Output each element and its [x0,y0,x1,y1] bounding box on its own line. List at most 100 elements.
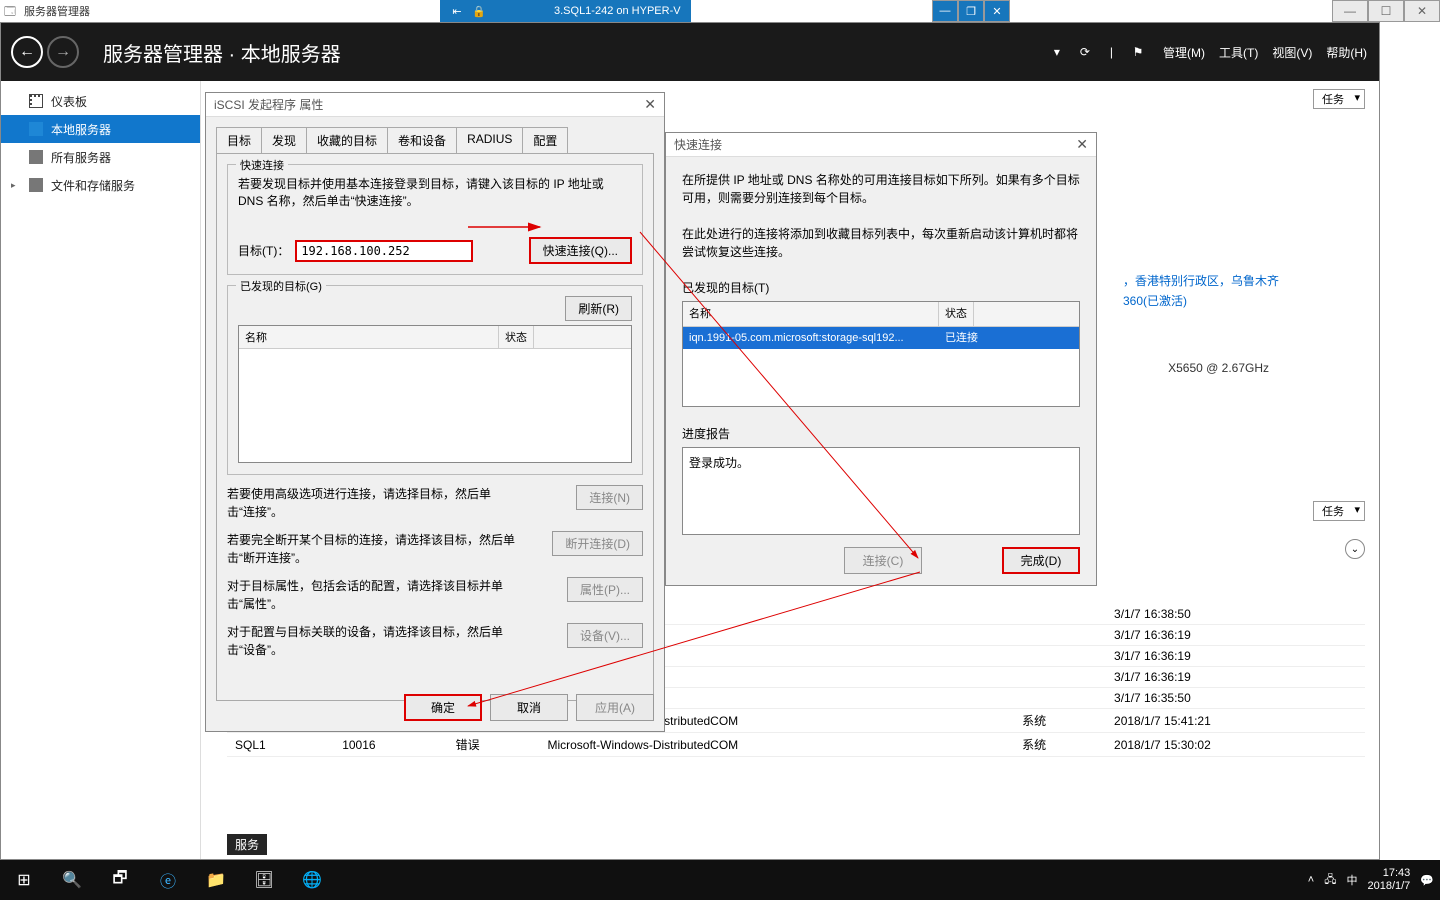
vm-name: 3.SQL1-242 on HYPER-V [554,5,681,17]
sm-header-menu: ▾ ⟳ | ⚑ 管理(M) 工具(T) 视图(V) 帮助(H) [1054,41,1367,63]
app-icon: 🗔 [4,3,20,19]
qc-done-button[interactable]: 完成(D) [1002,547,1080,574]
iscsi-tabs: 目标 发现 收藏的目标 卷和设备 RADIUS 配置 [216,127,654,153]
refresh-button[interactable]: 刷新(R) [565,296,632,321]
sm-header: ← → 服务器管理器 · 本地服务器 ▾ ⟳ | ⚑ 管理(M) 工具(T) 视… [1,23,1379,81]
tab-config[interactable]: 配置 [522,127,568,153]
pin-icon: ⇤ [450,5,464,18]
target-actions: 若要使用高级选项进行连接，请选择目标，然后单击“连接”。连接(N) 若要完全断开… [227,485,643,659]
taskbar: ⊞ 🔍 🗗 ⓔ 📁 🗄 🌐 ˄ 🖧 中 17:43 2018/1/7 💬 [0,860,1440,900]
vm-window-controls: — ❐ ✕ [932,0,1010,22]
app-title: 服务器管理器 [24,3,90,19]
close-icon[interactable]: ✕ [644,96,656,113]
sidebar-item-dashboard[interactable]: 仪表板 [1,87,200,115]
iscsi-dialog-buttons: 确定 取消 应用(A) [404,694,654,721]
qc-col-name: 名称 [683,302,939,326]
system-tray: ˄ 🖧 中 17:43 2018/1/7 💬 [1308,867,1434,893]
vm-close-button[interactable]: ✕ [984,0,1010,22]
tray-chevron-icon[interactable]: ˄ [1308,874,1314,886]
iscsi-title: iSCSI 发起程序 属性 [214,96,323,113]
app-icon[interactable]: 🌐 [288,860,336,900]
menu-manage[interactable]: 管理(M) [1163,44,1205,61]
qc-title: 快速连接 [674,136,722,153]
quick-connect-button[interactable]: 快速连接(Q)... [529,237,632,264]
tab-radius[interactable]: RADIUS [456,127,523,153]
qc-connect-button[interactable]: 连接(C) [844,547,922,574]
lock-icon: 🔒 [472,5,486,18]
tasks-dropdown-mid[interactable]: 任务 [1313,501,1365,521]
devices-button[interactable]: 设备(V)... [567,623,643,648]
discovered-legend: 已发现的目标(G) [236,278,326,294]
qc-para1: 在所提供 IP 地址或 DNS 名称处的可用连接目标如下所列。如果有多个目标可用… [682,171,1080,207]
quick-connect-desc: 若要发现目标并使用基本连接登录到目标，请键入该目标的 IP 地址或 DNS 名称… [238,175,632,209]
clock[interactable]: 17:43 2018/1/7 [1367,867,1410,893]
col-name: 名称 [239,326,499,348]
quick-connect-dialog: 快速连接 ✕ 在所提供 IP 地址或 DNS 名称处的可用连接目标如下所列。如果… [665,132,1097,586]
menu-view[interactable]: 视图(V) [1272,44,1312,61]
disconnect-button[interactable]: 断开连接(D) [552,531,643,556]
tab-targets[interactable]: 目标 [216,127,262,153]
vm-tab[interactable]: ⇤ 🔒 3.SQL1-242 on HYPER-V [440,0,691,22]
target-label: 目标(T)： [238,242,289,259]
quick-connect-group: 快速连接 若要发现目标并使用基本连接登录到目标，请键入该目标的 IP 地址或 D… [227,164,643,275]
iscsi-tab-panel: 快速连接 若要发现目标并使用基本连接登录到目标，请键入该目标的 IP 地址或 D… [216,153,654,701]
cancel-button[interactable]: 取消 [490,694,568,721]
close-icon[interactable]: ✕ [1076,136,1088,153]
qc-col-state: 状态 [939,302,974,326]
quick-connect-legend: 快速连接 [236,157,288,173]
qc-selected-row[interactable]: iqn.1991-05.com.microsoft:storage-sql192… [683,327,1079,349]
iscsi-dialog: iSCSI 发起程序 属性 ✕ 目标 发现 收藏的目标 卷和设备 RADIUS … [205,92,665,732]
discovered-group: 已发现的目标(G) 刷新(R) 名称状态 [227,285,643,475]
explorer-icon[interactable]: 📁 [192,860,240,900]
target-input[interactable] [295,240,473,262]
qc-titlebar[interactable]: 快速连接 ✕ [666,133,1096,157]
hyperv-titlebar: 🗔 服务器管理器 [0,0,1440,22]
col-state: 状态 [499,326,534,348]
sidebar-item-local-server[interactable]: 本地服务器 [1,115,200,143]
breadcrumb: 服务器管理器 · 本地服务器 [103,38,341,67]
qc-discovered-list[interactable]: 名称状态 iqn.1991-05.com.microsoft:storage-s… [682,301,1080,407]
qc-para2: 在此处进行的连接将添加到收藏目标列表中，每次重新启动该计算机时都将尝试恢复这些连… [682,225,1080,261]
sm-sidebar: 仪表板 本地服务器 所有服务器 ▸文件和存储服务 [1,81,201,859]
discovered-listbox[interactable]: 名称状态 [238,325,632,463]
tray-network-icon[interactable]: 🖧 [1324,871,1336,890]
info-cpu: X5650 @ 2.67GHz [1168,361,1269,375]
ie-icon[interactable]: ⓔ [144,860,192,900]
qc-report-box: 登录成功。 [682,447,1080,535]
ime-indicator[interactable]: 中 [1346,872,1357,888]
info-regions[interactable]: ，香港特别行政区，乌鲁木齐 [1123,271,1279,291]
tab-favorites[interactable]: 收藏的目标 [306,127,388,153]
info-license[interactable]: 360(已激活) [1123,291,1279,311]
tab-volumes[interactable]: 卷和设备 [387,127,457,153]
qc-discovered-legend: 已发现的目标(T) [682,279,1080,297]
table-row[interactable]: SQL110016错误Microsoft-Windows-Distributed… [227,733,1365,757]
outer-minimize-button[interactable]: — [1332,0,1368,22]
vm-minimize-button[interactable]: — [932,0,958,22]
expand-circle-icon[interactable]: ⌄ [1345,539,1365,559]
sidebar-item-all-servers[interactable]: 所有服务器 [1,143,200,171]
forward-button[interactable]: → [47,36,79,68]
server-manager-icon[interactable]: 🗄 [240,860,288,900]
flag-icon[interactable]: ⚑ [1127,41,1149,63]
task-view-icon[interactable]: 🗗 [96,860,144,900]
connect-button[interactable]: 连接(N) [576,485,643,510]
refresh-icon[interactable]: ⟳ [1074,41,1096,63]
menu-tools[interactable]: 工具(T) [1219,44,1258,61]
search-icon[interactable]: 🔍 [48,860,96,900]
outer-maximize-button[interactable]: ☐ [1368,0,1404,22]
back-button[interactable]: ← [11,36,43,68]
events-footer: 服务 [227,834,267,855]
ok-button[interactable]: 确定 [404,694,482,721]
tasks-dropdown-top[interactable]: 任务 [1313,89,1365,109]
vm-restore-button[interactable]: ❐ [958,0,984,22]
notification-icon[interactable]: 💬 [1420,874,1434,887]
iscsi-titlebar[interactable]: iSCSI 发起程序 属性 ✕ [206,93,664,117]
sidebar-item-file-storage[interactable]: ▸文件和存储服务 [1,171,200,199]
start-button[interactable]: ⊞ [0,860,48,900]
apply-button[interactable]: 应用(A) [576,694,654,721]
chevron-down-icon[interactable]: ▾ [1054,45,1060,59]
menu-help[interactable]: 帮助(H) [1326,44,1367,61]
outer-close-button[interactable]: ✕ [1404,0,1440,22]
properties-button[interactable]: 属性(P)... [567,577,643,602]
tab-discovery[interactable]: 发现 [261,127,307,153]
